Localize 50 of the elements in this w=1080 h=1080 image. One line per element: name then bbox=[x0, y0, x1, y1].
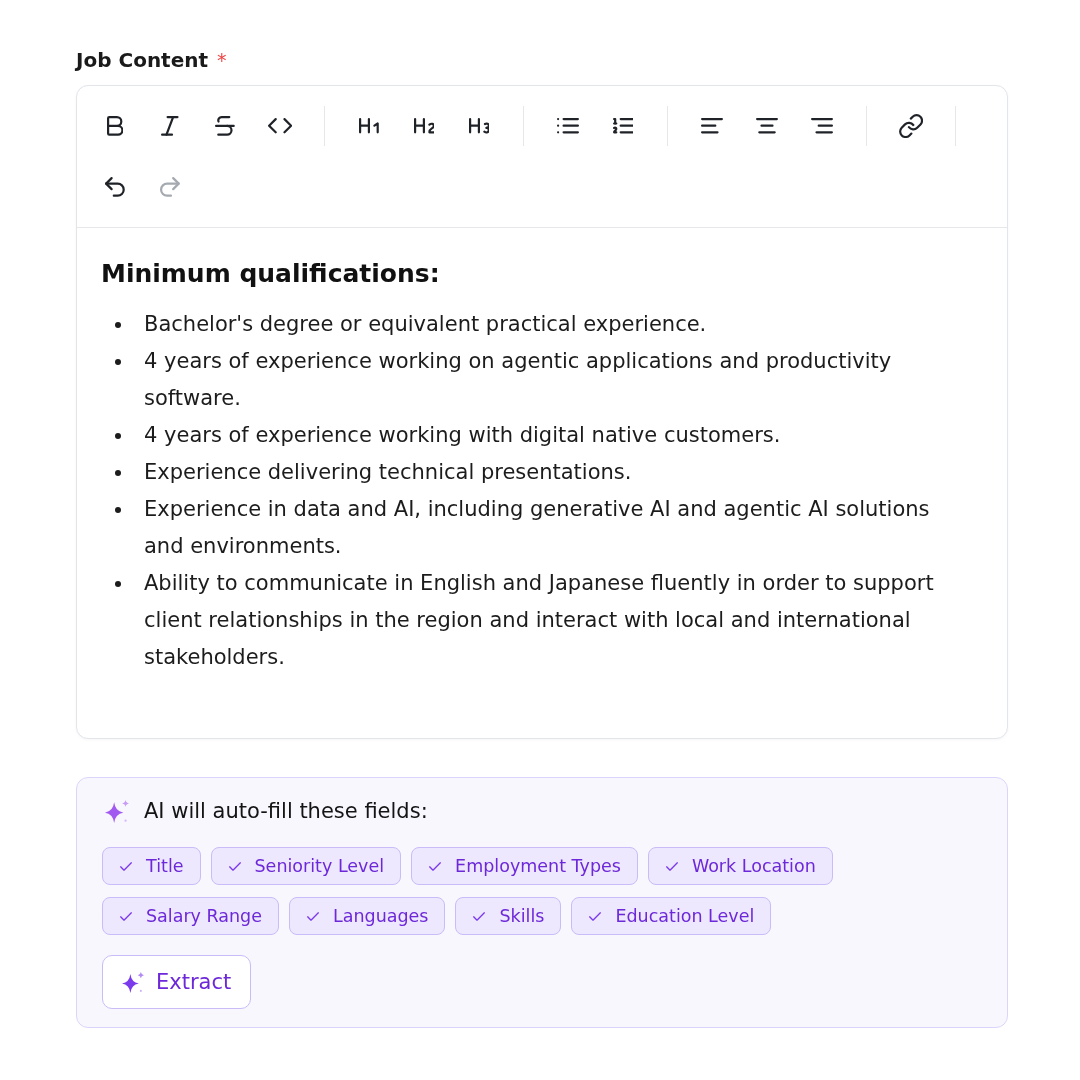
bullet-icon bbox=[115, 469, 121, 476]
bullet-icon bbox=[115, 358, 121, 365]
chip-label: Languages bbox=[333, 905, 429, 928]
check-icon bbox=[473, 911, 486, 921]
bullet-text: Bachelor's degree or equivalent practical experience. bbox=[144, 311, 708, 338]
ai-panel-title: AI will auto-fill these fields: bbox=[144, 798, 428, 825]
check-icon bbox=[589, 911, 602, 921]
chip-label: Salary Range bbox=[146, 905, 262, 928]
content-heading: Minimum qualifications: bbox=[101, 258, 441, 290]
sparkle-icon bbox=[105, 799, 129, 823]
undo-icon bbox=[105, 177, 125, 197]
bullet-icon bbox=[115, 506, 121, 513]
check-icon bbox=[120, 861, 132, 871]
bullet-icon bbox=[115, 580, 121, 587]
field-label: Job Content bbox=[76, 47, 209, 74]
sparkle-icon bbox=[122, 971, 144, 993]
chip-label: Employment Types bbox=[455, 855, 621, 878]
check-icon bbox=[307, 911, 319, 921]
code-icon bbox=[267, 118, 293, 134]
bullet-icon bbox=[115, 432, 121, 439]
heading-one-icon bbox=[359, 118, 379, 134]
chip-label: Skills bbox=[499, 905, 545, 928]
required-mark: * bbox=[217, 48, 227, 73]
bullet-text: 4 years of experience working with digital native customers. bbox=[144, 422, 782, 449]
bullet-text: Experience delivering technical presentations. bbox=[144, 459, 633, 486]
heading-three-icon bbox=[468, 118, 490, 134]
bullet-text: 4 years of experience working on agentic applications and productivity software. bbox=[144, 348, 893, 412]
bullet-text: Experience in data and AI, including generative AI and agentic AI solutions and environments. bbox=[144, 496, 931, 560]
link-icon bbox=[898, 113, 924, 139]
bullet-text: Ability to communicate in English and Japanese fluently in order to support client relationships in the region and interact with local and international stakeholders. bbox=[144, 570, 935, 671]
redo-icon bbox=[160, 177, 180, 197]
check-icon bbox=[120, 911, 132, 921]
bullet-list-icon bbox=[557, 118, 579, 134]
check-icon bbox=[228, 861, 241, 871]
chip-label: Education Level bbox=[615, 905, 755, 928]
extract-button[interactable]: Extract bbox=[102, 955, 252, 1009]
chip-label: Seniority Level bbox=[254, 855, 385, 878]
align-center-icon bbox=[756, 118, 778, 134]
numbered-list-icon bbox=[612, 118, 634, 134]
bullet-icon bbox=[115, 321, 121, 328]
chip-label: Title bbox=[146, 855, 184, 878]
strikethrough-icon bbox=[215, 116, 235, 136]
bold-icon bbox=[106, 116, 124, 136]
heading-two-icon bbox=[413, 118, 435, 134]
chip-label: Work Location bbox=[691, 855, 816, 878]
align-right-icon bbox=[811, 118, 833, 134]
italic-icon bbox=[161, 116, 179, 136]
check-icon bbox=[665, 861, 678, 871]
check-icon bbox=[429, 861, 442, 871]
align-left-icon bbox=[701, 118, 723, 134]
